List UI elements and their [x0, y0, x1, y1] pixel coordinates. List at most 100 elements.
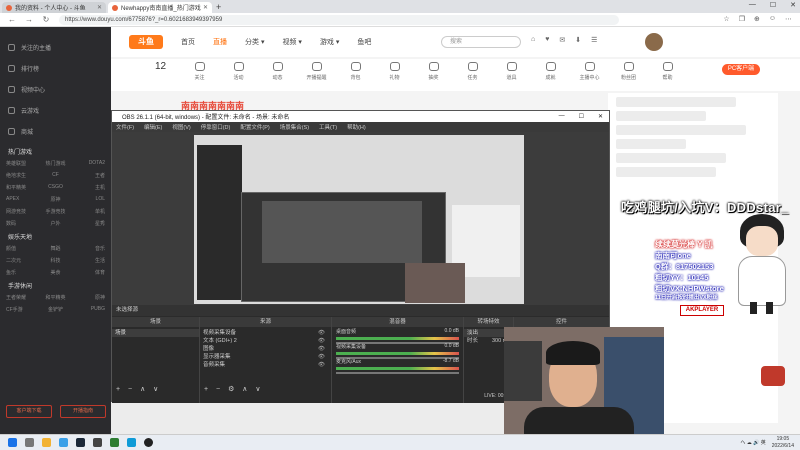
sidebar-tag[interactable]: CF	[39, 172, 72, 179]
function-item[interactable]: 帮助	[648, 59, 687, 81]
sidebar-tag[interactable]: 二次元	[6, 257, 39, 264]
sidebar-tag[interactable]: 数码	[6, 220, 39, 227]
home-icon[interactable]: ⌂	[531, 36, 535, 44]
sidebar-tag[interactable]: CSGO	[39, 184, 72, 191]
nav-video[interactable]: 视频 ▾	[282, 37, 301, 47]
function-item[interactable]: 动态	[258, 59, 297, 81]
visibility-eye-icon[interactable]: 👁	[318, 361, 325, 369]
sidebar-tag[interactable]: 单机	[72, 208, 105, 215]
minimize-button[interactable]: —	[749, 1, 756, 9]
app-icon[interactable]	[93, 438, 102, 447]
extensions-icon[interactable]: ⊕	[754, 15, 760, 23]
visibility-eye-icon[interactable]: 👁	[318, 337, 325, 345]
sidebar-item-follow[interactable]: 关注的主播	[0, 37, 111, 58]
collections-icon[interactable]: ❐	[739, 15, 745, 23]
nav-home[interactable]: 首页	[181, 37, 195, 47]
source-item[interactable]: 视频采集设备 👁	[200, 329, 331, 337]
sidebar-tag[interactable]: 和平精英	[6, 184, 39, 191]
history-icon[interactable]: ☰	[591, 36, 597, 44]
scene-item[interactable]: 场景	[112, 329, 199, 337]
menu-icon[interactable]: ⋯	[785, 15, 792, 23]
download-client-button[interactable]: 客户端下载	[6, 405, 52, 418]
function-item[interactable]: 关注	[180, 59, 219, 81]
sidebar-tag[interactable]: 音乐	[72, 245, 105, 252]
windows-start-icon[interactable]	[8, 438, 17, 447]
function-item[interactable]: 开播提醒	[297, 59, 336, 81]
forward-icon[interactable]: →	[24, 15, 34, 24]
browser-tab[interactable]: 我的资料 - 个人中心 - 斗鱼 ✕	[2, 2, 106, 13]
douyu-logo[interactable]: 斗鱼	[129, 35, 163, 49]
sidebar-tag[interactable]: APEX	[6, 196, 39, 203]
new-tab-button[interactable]: +	[216, 2, 221, 13]
sidebar-tag[interactable]: 王者	[72, 172, 105, 179]
sidebar-tag[interactable]: 英雄联盟	[6, 160, 39, 167]
function-item[interactable]: 背包	[336, 59, 375, 81]
obs-close-button[interactable]: ✕	[598, 113, 603, 120]
favorite-icon[interactable]: ☆	[723, 15, 729, 23]
obs-menu-item[interactable]: 文件(F)	[116, 123, 134, 131]
nav-category[interactable]: 分类 ▾	[245, 37, 264, 47]
function-item[interactable]: 主播中心	[570, 59, 609, 81]
taskbar-clock[interactable]: 19:05 2022/6/14	[772, 436, 794, 449]
sources-toolbar[interactable]: + − ⚙ ∧ ∨	[200, 385, 331, 395]
sidebar-tag[interactable]: CF手游	[6, 306, 39, 313]
sidebar-item-shop[interactable]: 商城	[0, 121, 111, 142]
obs-preview[interactable]	[112, 132, 609, 305]
visibility-eye-icon[interactable]: 👁	[318, 329, 325, 337]
sidebar-item-video[interactable]: 视频中心	[0, 79, 111, 100]
function-item[interactable]: 活动	[219, 59, 258, 81]
obs-minimize-button[interactable]: —	[559, 113, 565, 120]
edge-browser-icon[interactable]	[127, 438, 136, 447]
sidebar-tag[interactable]: 和平精英	[39, 294, 72, 301]
back-icon[interactable]: ←	[7, 15, 17, 24]
sidebar-tag[interactable]: PUBG	[72, 306, 105, 313]
nav-game[interactable]: 游戏 ▾	[320, 37, 339, 47]
sidebar-tag[interactable]: 美食	[39, 269, 72, 276]
sidebar-tag[interactable]: 鱼乐	[6, 269, 39, 276]
user-avatar[interactable]	[645, 33, 663, 51]
close-window-button[interactable]: ✕	[790, 1, 796, 9]
sidebar-tag[interactable]: 生活	[72, 257, 105, 264]
visibility-eye-icon[interactable]: 👁	[318, 345, 325, 353]
search-input[interactable]: 搜索	[441, 36, 521, 48]
file-explorer-icon[interactable]	[42, 438, 51, 447]
obs-menu-item[interactable]: 工具(T)	[319, 123, 337, 131]
sidebar-tag[interactable]: 王者荣耀	[6, 294, 39, 301]
obs-maximize-button[interactable]: ☐	[579, 113, 584, 120]
download-icon[interactable]: ⬇	[575, 36, 581, 44]
sidebar-tag[interactable]: 舞蹈	[39, 245, 72, 252]
function-item[interactable]: 成就	[531, 59, 570, 81]
source-item[interactable]: 显示器采集 👁	[200, 353, 331, 361]
nav-yuba[interactable]: 鱼吧	[357, 37, 371, 47]
sidebar-tag[interactable]: 手游竞技	[39, 208, 72, 215]
obs-menu-item[interactable]: 编辑(E)	[144, 123, 162, 131]
sidebar-tag[interactable]: 颜值	[6, 245, 39, 252]
obs-menu-item[interactable]: 停靠窗口(D)	[201, 123, 231, 131]
sidebar-tag[interactable]: 热门游戏	[39, 160, 72, 167]
function-item[interactable]: 抽奖	[414, 59, 453, 81]
scenes-toolbar[interactable]: + − ∧ ∨	[112, 385, 199, 395]
app-icon[interactable]	[110, 438, 119, 447]
pc-client-button[interactable]: PC客户端	[722, 64, 760, 75]
follow-icon[interactable]: ♥	[545, 36, 549, 44]
sidebar-item-cloud-game[interactable]: 云游戏	[0, 100, 111, 121]
sidebar-tag[interactable]: LOL	[72, 196, 105, 203]
sidebar-tag[interactable]: 主机	[72, 184, 105, 191]
volume-slider[interactable]	[336, 372, 459, 374]
sidebar-tag[interactable]: 户外	[39, 220, 72, 227]
visibility-eye-icon[interactable]: 👁	[318, 353, 325, 361]
profile-icon[interactable]: ☺	[769, 15, 776, 23]
maximize-button[interactable]: ☐	[770, 1, 776, 9]
sidebar-tag[interactable]: DOTA2	[72, 160, 105, 167]
close-tab-icon[interactable]: ✕	[97, 4, 102, 11]
sidebar-tag[interactable]: 网游竞技	[6, 208, 39, 215]
url-input[interactable]: https://www.douyu.com/6775876?_r=0.60216…	[59, 14, 619, 25]
function-item[interactable]: 道具	[492, 59, 531, 81]
function-item[interactable]: 粉丝团	[609, 59, 648, 81]
nav-live[interactable]: 直播	[213, 37, 227, 47]
source-item[interactable]: 文本 (GDI+) 2 👁	[200, 337, 331, 345]
sidebar-tag[interactable]: 原神	[72, 294, 105, 301]
function-item[interactable]: 任务	[453, 59, 492, 81]
browser-tab-active[interactable]: Newhappy南南直播_热门游戏... ✕	[108, 2, 212, 13]
tray-icons[interactable]: ヘ ☁ 🔊 英	[740, 439, 765, 446]
